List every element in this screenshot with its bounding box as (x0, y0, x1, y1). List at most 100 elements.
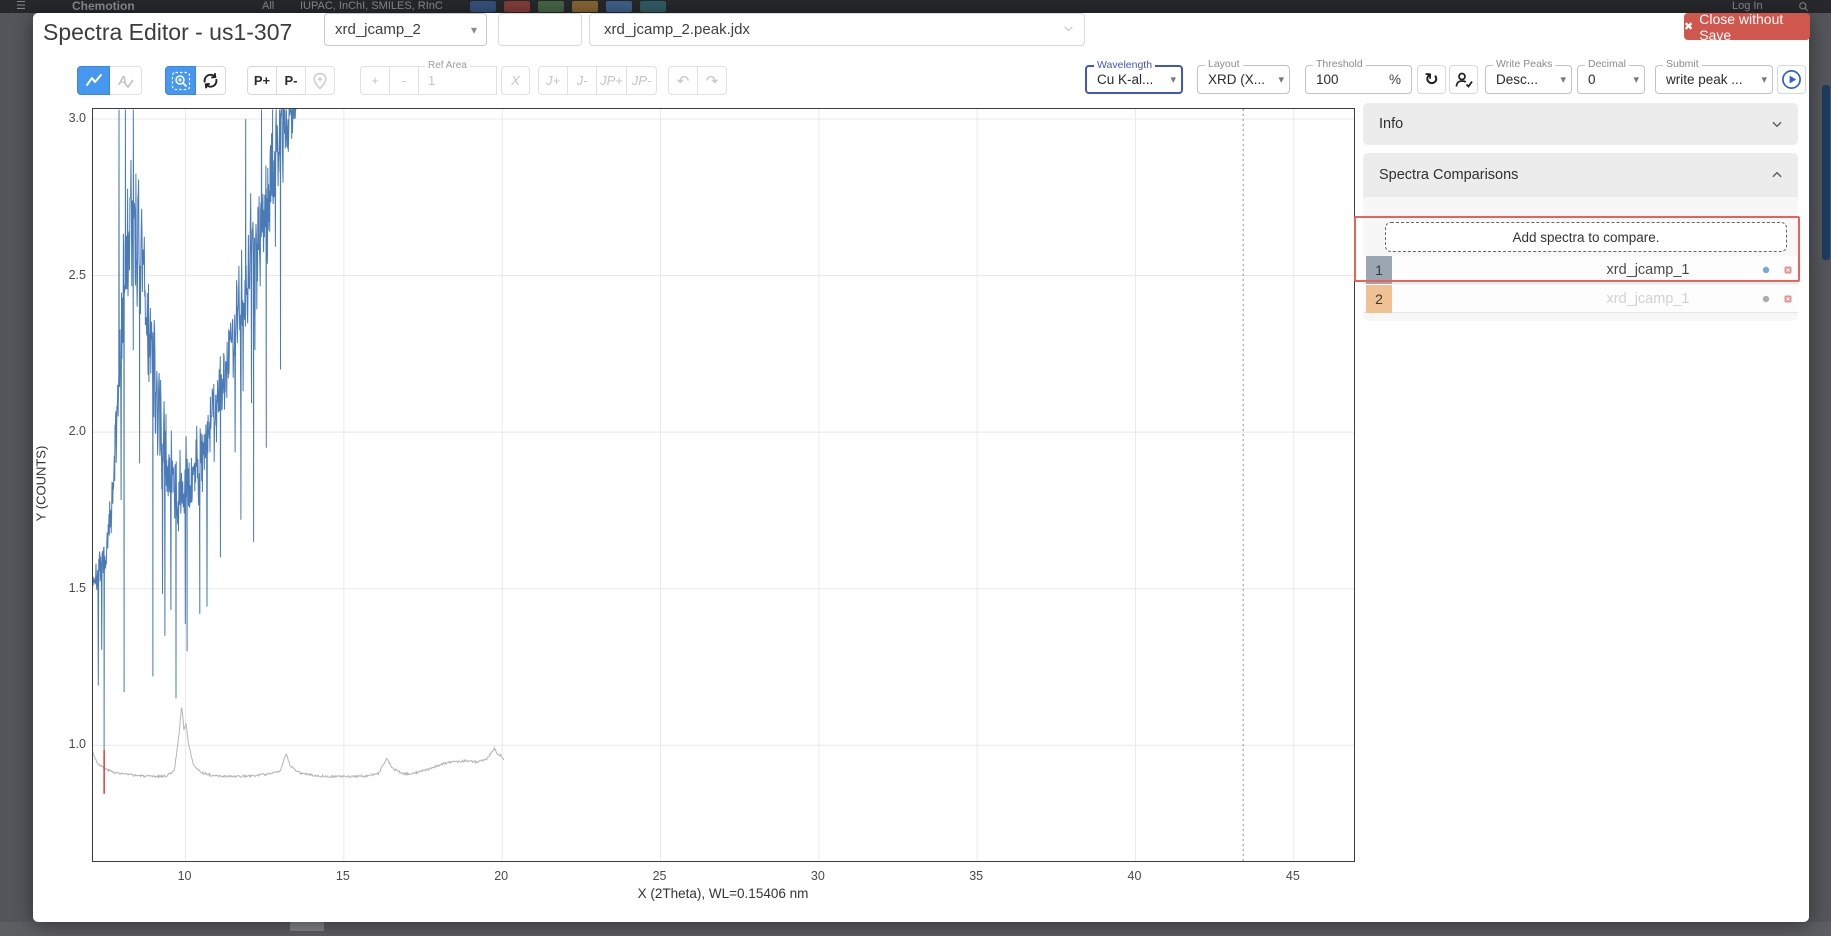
comparison-row-index: 1 (1366, 256, 1392, 284)
comparison-row-label: xrd_jcamp_1 (1498, 256, 1798, 284)
write-peaks-value: Desc... (1496, 72, 1538, 87)
comparisons-panel: Add spectra to compare. 1 xrd_jcamp_1 2 xrd… (1363, 197, 1798, 321)
file-select[interactable]: xrd_jcamp_2.peak.jdx (589, 13, 1085, 46)
refresh-icon: ↻ (1424, 70, 1438, 90)
comparison-row-index: 2 (1366, 285, 1392, 313)
jp-minus-button: JP- (626, 66, 657, 95)
background-nav-chip (538, 1, 564, 12)
a-check-icon: A (116, 72, 135, 90)
submit-select[interactable]: Submit write peak ... ▾ (1655, 65, 1773, 94)
peak-remove-button[interactable]: P- (276, 66, 306, 95)
info-accordion[interactable]: Info (1363, 103, 1798, 145)
toolbar-group: J+J-JP+JP- (538, 66, 657, 95)
wavelength-select[interactable]: Wavelength Cu K-al... ▾ (1085, 65, 1183, 94)
add-spectra-button[interactable]: Add spectra to compare. (1385, 222, 1787, 252)
caret-down-icon: ▾ (471, 23, 477, 37)
refresh-button[interactable]: ↻ (1417, 65, 1446, 94)
j-plus-button: J+ (538, 66, 568, 95)
decimal-label: Decimal (1585, 59, 1629, 69)
toolbar-group: P+P- (247, 66, 335, 95)
ref-area-label: Ref Area (425, 61, 470, 70)
background-nav-all: All (262, 0, 274, 13)
wavelength-label: Wavelength (1094, 60, 1155, 70)
x-tick-label: 30 (811, 869, 825, 883)
x-tick-label: 15 (336, 869, 350, 883)
background-brand: Chemotion (72, 0, 135, 13)
file-filter-box[interactable] (498, 13, 582, 46)
x-tick-label: 20 (494, 869, 508, 883)
page-title: Spectra Editor - us1-307 (43, 19, 292, 46)
x-tick-label: 45 (1286, 869, 1300, 883)
close-without-save-button[interactable]: ✖ Close without Save (1684, 13, 1810, 40)
y-tick-label: 1.5 (33, 581, 86, 595)
jp-plus-button: JP+ (596, 66, 627, 95)
x-tick-label: 35 (969, 869, 983, 883)
comparisons-header-label: Spectra Comparisons (1379, 167, 1518, 183)
dataset-select[interactable]: xrd_jcamp_2 ▾ (324, 13, 487, 46)
redo-button: ↷ (697, 66, 727, 95)
y-tick-label: 1.0 (33, 737, 86, 751)
layout-value: XRD (X... (1208, 72, 1265, 87)
info-header-label: Info (1379, 116, 1403, 132)
minus-button: - (389, 66, 419, 95)
decimal-value: 0 (1588, 72, 1596, 87)
toolbar-group: ↶↷ (668, 66, 727, 95)
submit-run-button[interactable] (1777, 65, 1806, 94)
cycle-icon (201, 71, 220, 90)
plus-button: + (360, 66, 390, 95)
ref-area-value: 1 (428, 73, 435, 88)
clear-x-button: X (501, 66, 530, 95)
zigzag-icon (85, 72, 103, 90)
user-assign-button[interactable] (1449, 65, 1478, 94)
background-nav-chip (504, 1, 530, 12)
spectra-editor-modal: Spectra Editor - us1-307 xrd_jcamp_2 ▾ x… (33, 13, 1809, 922)
series-xrd_jcamp_1_compare (93, 708, 503, 778)
series-xrd_jcamp_2_noisy (93, 110, 296, 751)
person-check-icon (1454, 71, 1474, 89)
file-select-value: xrd_jcamp_2.peak.jdx (604, 21, 750, 38)
redo-icon: ↷ (706, 72, 719, 90)
close-icon: ✖ (1684, 20, 1693, 33)
undo-button: ↶ (668, 66, 698, 95)
j-minus-button: J- (567, 66, 597, 95)
background-nav-chip (606, 1, 632, 12)
submit-label: Submit (1663, 59, 1702, 69)
chevron-up-icon (1770, 168, 1784, 182)
chevron-down-icon (1770, 117, 1784, 131)
threshold-value: 100 (1316, 72, 1339, 87)
submit-value: write peak ... (1666, 72, 1743, 87)
zoom-select-button[interactable] (165, 66, 196, 95)
comparison-row-label: xrd_jcamp_1 (1498, 285, 1798, 313)
scrollbar-thumb[interactable] (1822, 85, 1830, 260)
remove-icon[interactable] (1784, 295, 1792, 303)
comparison-row[interactable]: 1 xrd_jcamp_1 (1363, 256, 1798, 284)
toolbar: AP+P-+-Ref Area1XJ+J-JP+JP-↶↷ Wavelength… (33, 54, 1809, 98)
layout-select[interactable]: Layout XRD (X... ▾ (1197, 65, 1290, 94)
play-circle-icon (1781, 69, 1802, 90)
background-nav-chip (470, 1, 496, 12)
write-peaks-select[interactable]: Write Peaks Desc... ▾ (1485, 65, 1572, 94)
caret-down-icon: ▾ (1633, 73, 1639, 86)
threshold-label: Threshold (1313, 59, 1366, 69)
threshold-unit: % (1389, 72, 1401, 87)
reset-zoom-button[interactable] (195, 66, 226, 95)
x-tick-label: 25 (653, 869, 667, 883)
chart-canvas (93, 109, 1354, 861)
dataset-select-value: xrd_jcamp_2 (335, 21, 421, 38)
spectra-chart[interactable] (92, 108, 1355, 862)
y-axis-label: Y (COUNTS) (34, 404, 49, 564)
line-mode-button[interactable] (77, 66, 110, 95)
x-axis-label: X (2Theta), WL=0.15406 nm (638, 886, 809, 901)
visibility-icon[interactable] (1762, 295, 1770, 303)
visibility-icon[interactable] (1762, 266, 1770, 274)
chevron-down-icon (1062, 22, 1075, 38)
close-button-label: Close without Save (1699, 11, 1810, 43)
peak-add-button[interactable]: P+ (247, 66, 277, 95)
threshold-input[interactable]: Threshold 100 % (1305, 65, 1412, 94)
comparison-row[interactable]: 2 xrd_jcamp_1 (1363, 285, 1798, 313)
add-pin-button (305, 66, 335, 95)
spectra-comparisons-accordion[interactable]: Spectra Comparisons (1363, 153, 1798, 197)
x-tick-label: 10 (178, 869, 192, 883)
remove-icon[interactable] (1784, 266, 1792, 274)
decimal-select[interactable]: Decimal 0 ▾ (1577, 65, 1645, 94)
